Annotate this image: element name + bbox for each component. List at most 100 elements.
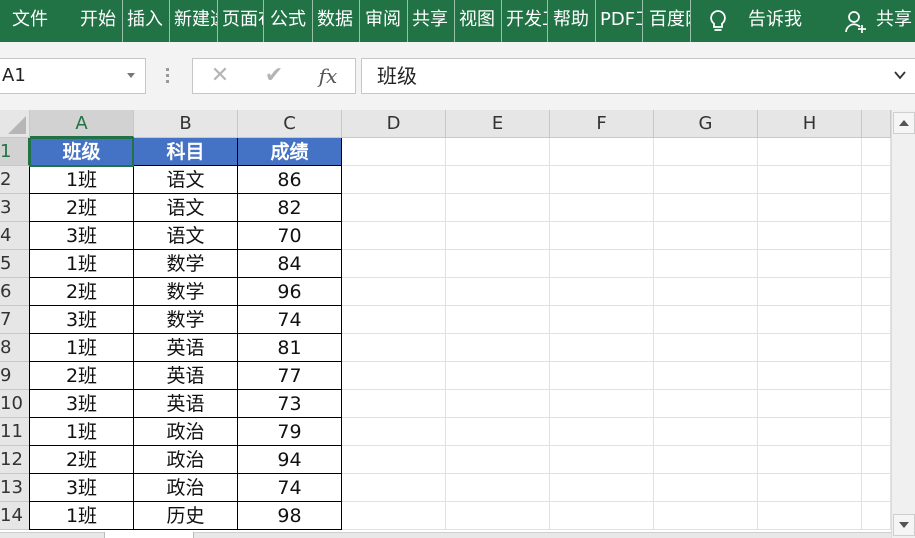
empty-cell[interactable] xyxy=(446,390,550,418)
empty-cell[interactable] xyxy=(758,222,862,250)
empty-cell[interactable] xyxy=(862,222,891,250)
empty-cell[interactable] xyxy=(550,250,654,278)
table-cell[interactable]: 数学 xyxy=(134,306,238,334)
table-cell[interactable]: 1班 xyxy=(29,502,134,530)
tab-help[interactable]: 帮助 xyxy=(553,0,596,42)
empty-cell[interactable] xyxy=(654,390,758,418)
column-header-h[interactable]: H xyxy=(758,110,862,138)
empty-cell[interactable] xyxy=(758,166,862,194)
table-cell[interactable]: 政治 xyxy=(134,446,238,474)
table-cell[interactable]: 96 xyxy=(238,278,342,306)
table-cell[interactable]: 语文 xyxy=(134,194,238,222)
share-button[interactable]: 共享 xyxy=(876,0,915,42)
tab-home[interactable]: 开始 xyxy=(80,0,123,42)
row-header-3[interactable]: 3 xyxy=(0,194,30,222)
empty-cell[interactable] xyxy=(862,418,891,446)
table-cell[interactable]: 3班 xyxy=(29,222,134,250)
cancel-icon[interactable]: ✕ xyxy=(205,59,235,93)
empty-cell[interactable] xyxy=(862,250,891,278)
table-cell[interactable]: 3班 xyxy=(29,306,134,334)
empty-cell[interactable] xyxy=(446,222,550,250)
table-cell[interactable]: 74 xyxy=(238,306,342,334)
empty-cell[interactable] xyxy=(654,334,758,362)
empty-cell[interactable] xyxy=(862,334,891,362)
empty-cell[interactable] xyxy=(446,194,550,222)
insert-function-icon[interactable]: fx xyxy=(313,59,343,93)
scroll-up-icon[interactable] xyxy=(893,112,915,134)
table-cell[interactable]: 1班 xyxy=(29,418,134,446)
empty-cell[interactable] xyxy=(654,138,758,166)
table-cell[interactable]: 语文 xyxy=(134,166,238,194)
empty-cell[interactable] xyxy=(446,166,550,194)
table-cell[interactable]: 3班 xyxy=(29,390,134,418)
column-header-g[interactable]: G xyxy=(654,110,758,138)
formula-input[interactable]: 班级 xyxy=(361,58,915,94)
row-header-9[interactable]: 9 xyxy=(0,362,30,390)
table-cell[interactable]: 1班 xyxy=(29,334,134,362)
table-cell[interactable]: 政治 xyxy=(134,474,238,502)
empty-cell[interactable] xyxy=(446,418,550,446)
empty-cell[interactable] xyxy=(654,474,758,502)
row-header-2[interactable]: 2 xyxy=(0,166,30,194)
table-cell[interactable]: 2班 xyxy=(29,194,134,222)
empty-cell[interactable] xyxy=(550,390,654,418)
empty-cell[interactable] xyxy=(862,138,891,166)
empty-cell[interactable] xyxy=(654,250,758,278)
table-cell[interactable]: 2班 xyxy=(29,446,134,474)
table-cell[interactable]: 70 xyxy=(238,222,342,250)
table-cell[interactable]: 2班 xyxy=(29,362,134,390)
empty-cell[interactable] xyxy=(758,418,862,446)
empty-cell[interactable] xyxy=(654,502,758,530)
empty-cell[interactable] xyxy=(446,502,550,530)
table-cell[interactable]: 79 xyxy=(238,418,342,446)
expand-formula-bar-icon[interactable] xyxy=(893,68,907,82)
column-header-partial[interactable] xyxy=(862,110,891,138)
empty-cell[interactable] xyxy=(758,446,862,474)
empty-cell[interactable] xyxy=(342,418,446,446)
tab-baidu[interactable]: 百度网盘 xyxy=(649,0,691,42)
table-cell[interactable]: 86 xyxy=(238,166,342,194)
empty-cell[interactable] xyxy=(758,474,862,502)
select-all-button[interactable] xyxy=(0,110,30,138)
empty-cell[interactable] xyxy=(550,166,654,194)
column-header-f[interactable]: F xyxy=(550,110,654,138)
tab-developer[interactable]: 开发工具 xyxy=(506,0,548,42)
tab-page-layout[interactable]: 页面布局 xyxy=(222,0,264,42)
table-cell[interactable]: 82 xyxy=(238,194,342,222)
empty-cell[interactable] xyxy=(446,334,550,362)
empty-cell[interactable] xyxy=(342,166,446,194)
empty-cell[interactable] xyxy=(550,418,654,446)
empty-cell[interactable] xyxy=(862,502,891,530)
empty-cell[interactable] xyxy=(654,166,758,194)
empty-cell[interactable] xyxy=(550,222,654,250)
empty-cell[interactable] xyxy=(342,306,446,334)
empty-cell[interactable] xyxy=(758,390,862,418)
empty-cell[interactable] xyxy=(550,446,654,474)
tab-view[interactable]: 视图 xyxy=(459,0,502,42)
column-header-c[interactable]: C xyxy=(238,110,342,138)
empty-cell[interactable] xyxy=(758,250,862,278)
empty-cell[interactable] xyxy=(758,362,862,390)
empty-cell[interactable] xyxy=(758,194,862,222)
tab-share[interactable]: 共享 xyxy=(412,0,455,42)
empty-cell[interactable] xyxy=(550,474,654,502)
row-header-8[interactable]: 8 xyxy=(0,334,30,362)
empty-cell[interactable] xyxy=(342,362,446,390)
scroll-down-icon[interactable] xyxy=(893,514,915,536)
table-cell[interactable]: 英语 xyxy=(134,390,238,418)
table-cell[interactable]: 98 xyxy=(238,502,342,530)
empty-cell[interactable] xyxy=(550,278,654,306)
empty-cell[interactable] xyxy=(862,306,891,334)
empty-cell[interactable] xyxy=(446,250,550,278)
table-cell[interactable]: 语文 xyxy=(134,222,238,250)
empty-cell[interactable] xyxy=(862,446,891,474)
table-cell[interactable]: 历史 xyxy=(134,502,238,530)
empty-cell[interactable] xyxy=(654,194,758,222)
empty-cell[interactable] xyxy=(342,194,446,222)
tab-review[interactable]: 审阅 xyxy=(365,0,408,42)
tell-me-search[interactable]: 告诉我 xyxy=(748,0,818,42)
table-cell[interactable]: 94 xyxy=(238,446,342,474)
table-cell[interactable]: 74 xyxy=(238,474,342,502)
row-header-10[interactable]: 10 xyxy=(0,390,30,418)
row-header-6[interactable]: 6 xyxy=(0,278,30,306)
